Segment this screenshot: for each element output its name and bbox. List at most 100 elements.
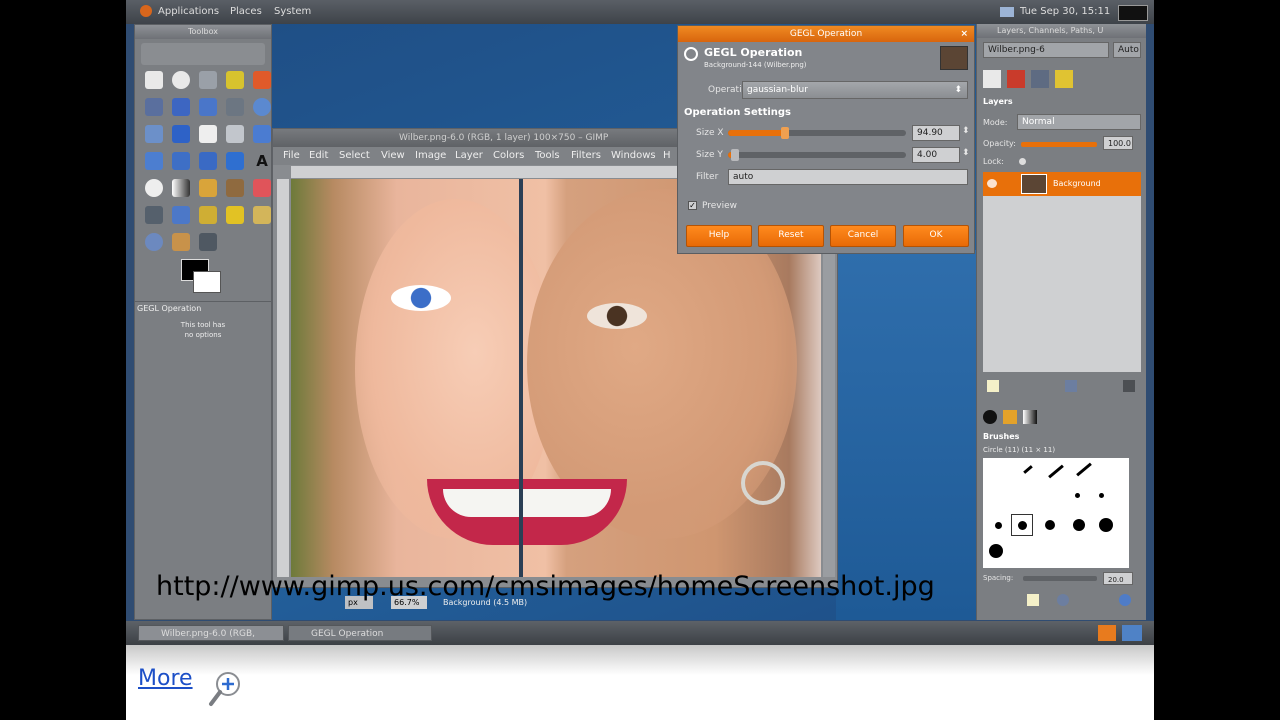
move-icon[interactable] — [172, 125, 190, 143]
ellipse-select-icon[interactable] — [172, 71, 190, 89]
heal-icon[interactable] — [226, 206, 244, 224]
menu-system[interactable]: System — [274, 6, 311, 17]
taskbar-item-image[interactable]: Wilber.png-6.0 (RGB, — [138, 625, 284, 641]
perspective-icon[interactable] — [199, 152, 217, 170]
blur-icon[interactable] — [145, 233, 163, 251]
refresh-brushes-icon[interactable] — [1057, 594, 1069, 606]
filter-input[interactable]: auto — [728, 169, 968, 185]
size-y-spin-icon[interactable]: ⬍ — [962, 148, 970, 158]
menu-places[interactable]: Places — [230, 6, 262, 17]
network-icon[interactable] — [1000, 7, 1014, 17]
brush-item[interactable] — [989, 544, 1003, 558]
bucket-fill-icon[interactable] — [145, 179, 163, 197]
color-picker-icon[interactable] — [226, 98, 244, 116]
operation-select[interactable]: gaussian-blur ⬍ — [742, 81, 968, 99]
brush-grid[interactable] — [983, 458, 1129, 568]
fuzzy-select-icon[interactable] — [226, 71, 244, 89]
free-select-icon[interactable] — [199, 71, 217, 89]
image-selector[interactable]: Wilber.png-6 — [983, 42, 1109, 58]
brushes-menu-icon[interactable] — [1119, 594, 1131, 606]
brush-item[interactable] — [1073, 519, 1085, 531]
menu-filters[interactable]: Filters — [571, 150, 601, 161]
layers-tab-icon[interactable] — [983, 70, 1001, 88]
size-y-input[interactable]: 4.00 — [912, 147, 960, 163]
delete-layer-icon[interactable] — [1123, 380, 1135, 392]
workspace-1-icon[interactable] — [1098, 625, 1116, 641]
help-button[interactable]: Help — [686, 225, 752, 247]
crop-icon[interactable] — [226, 125, 244, 143]
paths-icon[interactable] — [199, 98, 217, 116]
brush-item[interactable] — [1023, 465, 1033, 474]
menu-layer[interactable]: Layer — [455, 150, 483, 161]
size-x-input[interactable]: 94.90 — [912, 125, 960, 141]
menu-help[interactable]: H — [663, 150, 671, 161]
smudge-icon[interactable] — [172, 233, 190, 251]
menu-tools[interactable]: Tools — [535, 150, 560, 161]
zoom-icon[interactable] — [253, 98, 271, 116]
menu-select[interactable]: Select — [339, 150, 370, 161]
patterns-tab-icon[interactable] — [1003, 410, 1017, 424]
brush-item[interactable] — [1018, 521, 1027, 530]
clock[interactable]: Tue Sep 30, 15:11 — [1020, 6, 1110, 17]
size-y-slider-handle[interactable] — [731, 149, 740, 161]
taskbar-item-gegl[interactable]: GEGL Operation — [288, 625, 432, 641]
foreground-select-icon[interactable] — [172, 98, 190, 116]
spacing-slider[interactable] — [1023, 576, 1097, 581]
rotate-icon[interactable] — [253, 125, 271, 143]
workspace-switcher[interactable] — [1118, 5, 1148, 21]
eye-icon[interactable] — [987, 179, 997, 188]
menu-file[interactable]: File — [283, 150, 300, 161]
ink-icon[interactable] — [172, 206, 190, 224]
shear-icon[interactable] — [172, 152, 190, 170]
size-y-slider[interactable] — [728, 149, 906, 161]
pencil-icon[interactable] — [199, 179, 217, 197]
blend-icon[interactable] — [172, 179, 190, 197]
more-link[interactable]: More — [138, 666, 193, 691]
lock-pixels-toggle[interactable] — [1019, 158, 1026, 165]
rect-select-icon[interactable] — [145, 71, 163, 89]
mode-select[interactable]: Normal — [1017, 114, 1141, 130]
gnome-foot-icon[interactable] — [140, 5, 152, 17]
new-layer-icon[interactable] — [987, 380, 999, 392]
gegl-dialog-titlebar[interactable]: GEGL Operation × — [678, 26, 974, 42]
opacity-slider[interactable] — [1021, 142, 1097, 147]
background-color-swatch[interactable] — [193, 271, 221, 293]
duplicate-layer-icon[interactable] — [1065, 380, 1077, 392]
cancel-button[interactable]: Cancel — [830, 225, 896, 247]
brush-item[interactable] — [1076, 462, 1092, 477]
brush-item[interactable] — [1045, 520, 1055, 530]
menu-windows[interactable]: Windows — [611, 150, 656, 161]
paths-tab-icon[interactable] — [1031, 70, 1049, 88]
menu-image[interactable]: Image — [415, 150, 446, 161]
undo-tab-icon[interactable] — [1055, 70, 1073, 88]
menu-applications[interactable]: Applications — [158, 6, 219, 17]
brush-item[interactable] — [1099, 518, 1113, 532]
spacing-input[interactable]: 20.0 — [1103, 572, 1133, 585]
size-x-slider[interactable] — [728, 127, 906, 139]
scale-icon[interactable] — [145, 152, 163, 170]
dodge-burn-icon[interactable] — [199, 233, 217, 251]
eraser-icon[interactable] — [253, 179, 271, 197]
brush-item[interactable] — [1075, 493, 1080, 498]
reset-button[interactable]: Reset — [758, 225, 824, 247]
opacity-input[interactable]: 100.0 — [1103, 136, 1133, 150]
menu-view[interactable]: View — [381, 150, 405, 161]
menu-colors[interactable]: Colors — [493, 150, 524, 161]
measure-icon[interactable] — [145, 125, 163, 143]
ok-button[interactable]: OK — [903, 225, 969, 247]
channels-tab-icon[interactable] — [1007, 70, 1025, 88]
perspective-clone-icon[interactable] — [253, 206, 271, 224]
preview-checkbox[interactable]: ✓ — [688, 201, 697, 210]
color-select-icon[interactable] — [253, 71, 271, 89]
brush-item[interactable] — [995, 522, 1002, 529]
menu-edit[interactable]: Edit — [309, 150, 328, 161]
brushes-tab-icon[interactable] — [983, 410, 997, 424]
vertical-ruler[interactable] — [277, 179, 289, 577]
zoom-magnifier-icon[interactable] — [208, 670, 242, 710]
paintbrush-icon[interactable] — [226, 179, 244, 197]
gradients-tab-icon[interactable] — [1023, 410, 1037, 424]
size-x-spin-icon[interactable]: ⬍ — [962, 126, 970, 136]
size-x-slider-handle[interactable] — [780, 127, 789, 139]
airbrush-icon[interactable] — [145, 206, 163, 224]
auto-button[interactable]: Auto — [1113, 42, 1141, 58]
